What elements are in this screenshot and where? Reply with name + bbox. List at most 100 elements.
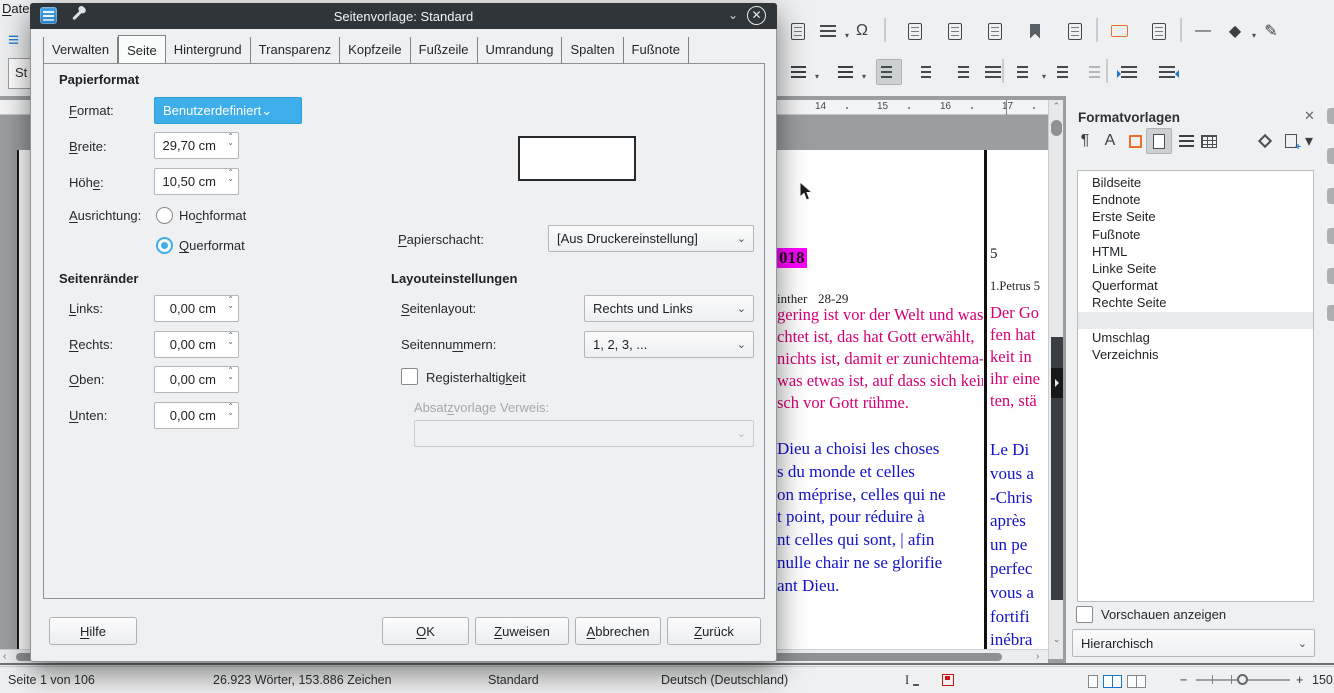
table-styles-icon[interactable]: ▾ bbox=[1196, 128, 1222, 154]
style-list-item[interactable]: Endnote bbox=[1078, 191, 1313, 208]
apply-button[interactable]: Zuweisen bbox=[475, 617, 569, 645]
increase-indent-icon[interactable]: ▾ bbox=[1116, 59, 1142, 85]
insert-footnote-icon[interactable]: ▾ bbox=[942, 18, 968, 44]
dialog-tab[interactable]: Kopfzeile bbox=[340, 37, 410, 63]
close-icon[interactable]: ✕ bbox=[747, 6, 766, 25]
style-list-item[interactable]: HTML bbox=[1078, 243, 1313, 260]
height-input[interactable]: 10,50 cm ⌃⌄ bbox=[154, 168, 239, 195]
basic-shapes-icon[interactable]: ◆▾ bbox=[1222, 18, 1248, 44]
insert-comment-icon[interactable]: ▾ bbox=[1062, 18, 1088, 44]
separator[interactable]: ▾ bbox=[1106, 59, 1108, 83]
freeform-line-icon[interactable]: ✎▾ bbox=[1258, 18, 1284, 44]
dialog-tab[interactable]: Verwalten bbox=[43, 37, 118, 63]
insert-text-box-icon[interactable]: ▾ bbox=[1146, 18, 1172, 44]
sidebar-tab-sliver[interactable] bbox=[1327, 108, 1334, 124]
separator[interactable]: ▾ bbox=[1180, 18, 1182, 42]
dialog-tab[interactable]: Spalten bbox=[562, 37, 623, 63]
styles-actions-arrow-icon[interactable]: ▾▾ bbox=[1302, 128, 1316, 154]
status-word-count[interactable]: 26.923 Wörter, 153.886 Zeichen bbox=[213, 673, 392, 687]
paragraph-spacing-icon[interactable]: ▾ bbox=[1052, 59, 1078, 85]
style-list-item[interactable]: Fußnote bbox=[1078, 226, 1313, 243]
zoom-percent[interactable]: 150 bbox=[1312, 673, 1333, 687]
dialog-titlebar[interactable]: Seitenvorlage: Standard ⌄ ✕ bbox=[30, 3, 777, 29]
separator[interactable]: ▾ bbox=[884, 18, 886, 42]
ruler-margin-marker[interactable] bbox=[1006, 100, 1007, 115]
unsaved-changes-icon[interactable] bbox=[942, 674, 954, 686]
scroll-up-icon[interactable]: ⌃ bbox=[1049, 101, 1064, 112]
format-select[interactable]: Benutzerdefiniert⌄ bbox=[154, 97, 302, 124]
character-styles-icon[interactable]: A▾ bbox=[1097, 128, 1123, 154]
page-styles-list[interactable]: BildseiteEndnoteErste SeiteFußnoteHTMLLi… bbox=[1077, 170, 1314, 602]
status-page[interactable]: Seite 1 von 106 bbox=[8, 673, 95, 687]
portrait-radio[interactable] bbox=[156, 207, 173, 224]
new-style-from-selection-icon[interactable]: ▾ bbox=[1278, 128, 1304, 154]
style-list-item[interactable]: Linke Seite bbox=[1078, 260, 1313, 277]
paragraph-styles-icon[interactable]: ¶▾ bbox=[1072, 128, 1098, 154]
insert-bookmark-icon[interactable]: ▾ bbox=[1022, 18, 1048, 44]
status-language[interactable]: Deutsch (Deutschland) bbox=[661, 673, 788, 687]
ordered-list-icon[interactable]: ▾ bbox=[832, 59, 858, 85]
single-page-view-icon[interactable] bbox=[1088, 675, 1098, 688]
dropdown-arrow-icon[interactable]: ▾ bbox=[815, 72, 819, 81]
scroll-left-icon[interactable]: ‹ bbox=[3, 651, 6, 662]
zoom-in-icon[interactable]: + bbox=[1296, 673, 1303, 687]
sidebar-tab-sliver[interactable] bbox=[1327, 188, 1334, 204]
multi-page-view-icon2[interactable] bbox=[1112, 675, 1122, 688]
insert-field-icon[interactable]: ▾ bbox=[815, 18, 841, 44]
sidebar-tab-sliver[interactable] bbox=[1327, 148, 1334, 164]
sidebar-tab-sliver[interactable] bbox=[1327, 268, 1334, 284]
style-filter-select[interactable]: Hierarchisch⌄ bbox=[1072, 629, 1315, 657]
style-list-item[interactable]: Rechte Seite bbox=[1078, 294, 1313, 311]
margin-bottom-input[interactable]: 0,00 cm⌃⌄ bbox=[154, 402, 239, 429]
frame-styles-icon[interactable]: ▾ bbox=[1122, 128, 1148, 154]
style-list-item[interactable]: Erste Seite bbox=[1078, 208, 1313, 225]
align-center-icon[interactable]: ▾ bbox=[913, 59, 939, 85]
menu-datei[interactable]: Date bbox=[2, 1, 29, 16]
paper-tray-select[interactable]: [Aus Druckereinstellung]⌄ bbox=[548, 225, 754, 252]
insert-special-character-icon[interactable]: Ω▾ bbox=[849, 18, 875, 44]
decrease-indent-icon[interactable]: ▾ bbox=[1154, 59, 1180, 85]
close-icon[interactable]: ✕ bbox=[1304, 108, 1315, 124]
insert-frame-icon[interactable]: ▾ bbox=[1106, 18, 1132, 44]
horizontal-line-icon[interactable]: ―▾ bbox=[1190, 18, 1216, 44]
unordered-list-icon[interactable]: ▾ bbox=[785, 59, 811, 85]
scroll-right-icon[interactable]: › bbox=[1036, 651, 1039, 662]
sidebar-tab-sliver[interactable] bbox=[1327, 228, 1334, 244]
page-styles-icon[interactable]: ▾ bbox=[1146, 128, 1172, 154]
spinner-icons[interactable]: ⌃⌄ bbox=[227, 134, 234, 146]
align-left-icon[interactable]: ▾ bbox=[876, 59, 902, 85]
scroll-down-icon[interactable]: ⌄ bbox=[1049, 634, 1064, 645]
dialog-tab[interactable]: Fußzeile bbox=[411, 37, 478, 63]
sidebar-hide-grip[interactable] bbox=[1051, 368, 1063, 398]
margin-top-input[interactable]: 0,00 cm⌃⌄ bbox=[154, 366, 239, 393]
spinner-icons[interactable]: ⌃⌄ bbox=[227, 170, 234, 182]
dialog-tab[interactable]: Fußnote bbox=[624, 37, 689, 63]
page-layout-select[interactable]: Rechts und Links⌄ bbox=[584, 295, 754, 322]
register-true-checkbox[interactable] bbox=[401, 368, 418, 385]
vertical-scrollbar-thumb[interactable] bbox=[1051, 120, 1062, 136]
insert-cross-reference-icon[interactable]: ▾ bbox=[902, 18, 928, 44]
show-previews-checkbox[interactable] bbox=[1076, 606, 1093, 623]
status-page-style[interactable]: Standard bbox=[488, 673, 539, 687]
sidebar-tab-sliver[interactable] bbox=[1327, 305, 1334, 321]
separator[interactable]: ▾ bbox=[1096, 18, 1098, 42]
dialog-tab[interactable]: Umrandung bbox=[478, 37, 563, 63]
insert-endnote-icon[interactable]: ▾ bbox=[982, 18, 1008, 44]
style-list-item[interactable] bbox=[1078, 312, 1313, 329]
page-numbers-select[interactable]: 1, 2, 3, ...⌄ bbox=[584, 331, 754, 358]
book-view-icon2[interactable] bbox=[1136, 675, 1146, 688]
reset-button[interactable]: Zurück bbox=[667, 617, 761, 645]
line-spacing-icon[interactable]: ▾ bbox=[1012, 59, 1038, 85]
landscape-radio[interactable] bbox=[156, 237, 173, 254]
margin-left-input[interactable]: 0,00 cm⌃⌄ bbox=[154, 295, 239, 322]
separator[interactable]: ▾ bbox=[1002, 59, 1004, 83]
shade-icon[interactable]: ⌄ bbox=[728, 8, 738, 22]
dialog-tab[interactable]: Hintergrund bbox=[166, 37, 251, 63]
margin-right-input[interactable]: 0,00 cm⌃⌄ bbox=[154, 331, 239, 358]
zoom-slider-handle[interactable] bbox=[1237, 674, 1248, 685]
dropdown-arrow-icon[interactable]: ▾ bbox=[1042, 72, 1046, 81]
fill-format-mode-icon[interactable]: ▾ bbox=[1252, 128, 1278, 154]
style-list-item[interactable]: Querformat bbox=[1078, 277, 1313, 294]
paragraph-style-icon[interactable]: ≡ bbox=[8, 30, 19, 52]
align-right-icon[interactable]: ▾ bbox=[948, 59, 974, 85]
